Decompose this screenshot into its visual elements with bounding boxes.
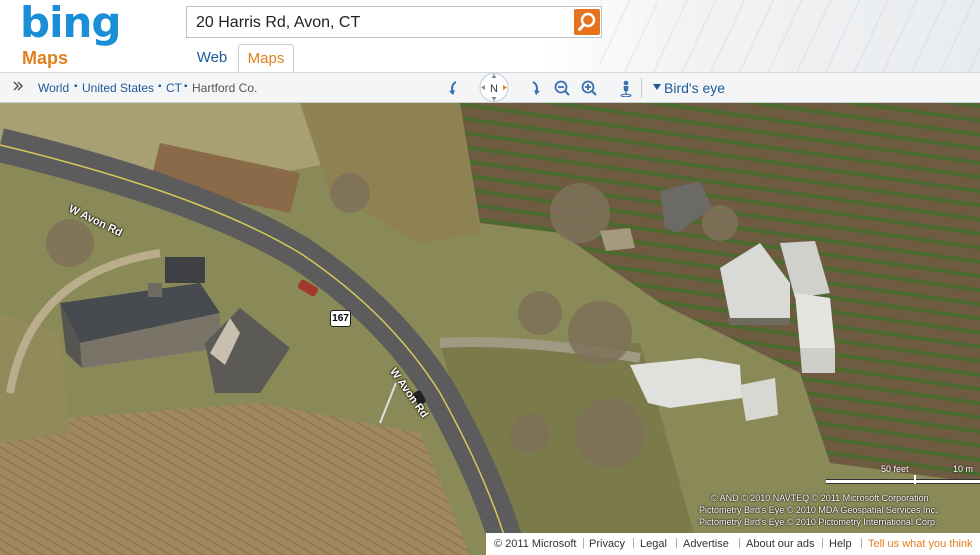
footer-separator: | xyxy=(821,537,824,549)
scale-bar xyxy=(826,479,980,484)
tab-maps[interactable]: Maps xyxy=(238,44,294,72)
tab-web[interactable]: Web xyxy=(188,43,236,71)
footer-separator: | xyxy=(632,537,635,549)
footer-separator: | xyxy=(738,537,741,549)
footer-advertise-link[interactable]: Advertise xyxy=(683,538,729,550)
search-icon xyxy=(578,12,596,31)
footer-separator: | xyxy=(860,537,863,549)
scale-label-meters: 10 m xyxy=(953,464,974,474)
compass-north-label: N xyxy=(490,83,498,95)
toolbar-divider xyxy=(641,78,642,98)
footer-separator: | xyxy=(675,537,678,549)
footer-help-link[interactable]: Help xyxy=(829,538,852,550)
copyright-line: Pictometry Bird's Eye © 2010 Pictometry … xyxy=(699,517,938,527)
compass-icon[interactable]: N xyxy=(472,71,516,104)
route-shield: 167 xyxy=(330,310,351,327)
footer-separator: | xyxy=(582,537,585,549)
breadcrumb-ct[interactable]: CT xyxy=(166,81,182,95)
footer-feedback-link[interactable]: Tell us what you think xyxy=(868,538,973,550)
expand-panel-icon[interactable] xyxy=(11,79,25,93)
map-toolbar: World ▪ United States ▪ CT ▪ Hartford Co… xyxy=(0,72,980,103)
search-box xyxy=(186,6,602,39)
breadcrumb-united-states[interactable]: United States xyxy=(82,81,154,95)
zoom-in-icon[interactable] xyxy=(580,79,598,97)
footer: © 2011 Microsoft | Privacy | Legal | Adv… xyxy=(486,533,980,555)
aerial-imagery xyxy=(0,103,980,555)
streetside-person-icon[interactable] xyxy=(617,79,635,97)
breadcrumb-separator: ▪ xyxy=(74,81,78,92)
rotate-left-icon[interactable] xyxy=(445,79,463,97)
footer-about-ads-link[interactable]: About our ads xyxy=(746,538,815,550)
copyright-line: Pictometry Bird's Eye © 2010 MDA Geospat… xyxy=(699,505,938,515)
scale-label-feet: 50 feet xyxy=(881,464,909,474)
maps-logo-label[interactable]: Maps xyxy=(22,48,68,69)
search-button[interactable] xyxy=(574,9,600,35)
zoom-out-icon[interactable] xyxy=(553,79,571,97)
breadcrumb-hartford-co: Hartford Co. xyxy=(192,81,258,95)
header-decoration xyxy=(600,0,980,72)
rotate-right-icon[interactable] xyxy=(526,79,544,97)
chevron-down-icon[interactable] xyxy=(653,84,661,90)
breadcrumb-separator: ▪ xyxy=(184,81,188,92)
scale-tick xyxy=(914,475,916,484)
breadcrumb-world[interactable]: World xyxy=(38,81,69,95)
footer-legal-link[interactable]: Legal xyxy=(640,538,667,550)
map-canvas[interactable]: W Avon Rd W Avon Rd 167 50 feet 10 m © A… xyxy=(0,103,980,555)
bing-logo[interactable]: bing xyxy=(20,0,121,47)
header: bing Maps Web Maps xyxy=(0,0,980,72)
footer-privacy-link[interactable]: Privacy xyxy=(589,538,625,550)
copyright-line: © AND © 2010 NAVTEQ © 2011 Microsoft Cor… xyxy=(711,493,929,503)
footer-copyright: © 2011 Microsoft xyxy=(494,538,577,550)
view-mode-dropdown[interactable]: Bird's eye xyxy=(664,80,725,96)
search-input[interactable] xyxy=(187,7,578,39)
breadcrumb-separator: ▪ xyxy=(158,81,162,92)
